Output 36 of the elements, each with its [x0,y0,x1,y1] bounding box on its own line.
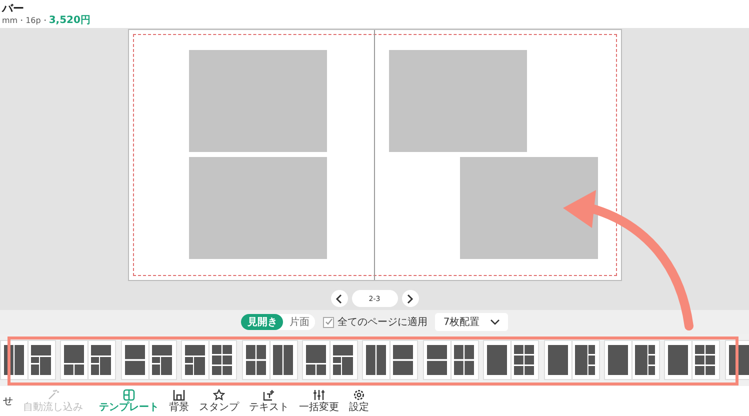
checkbox-label: 全てのページに適用 [337,316,428,329]
template-thumbnail[interactable] [181,340,238,380]
template-thumbnail[interactable] [120,340,177,380]
album-title: バー [2,2,25,14]
toolbar-button[interactable]: 背景 [166,389,192,413]
template-thumbnail[interactable] [422,340,479,380]
chevron-left-icon [335,294,343,304]
template-thumbnail[interactable] [664,340,720,380]
wand-icon [47,389,59,401]
album-specs: mm・16p・ [2,14,49,26]
text-box-icon [263,389,275,401]
photo-count-dropdown[interactable]: 7枚配置 [435,313,508,331]
next-page-button[interactable] [402,290,418,307]
background-icon [173,389,185,401]
template-thumbnail[interactable] [544,340,600,380]
chevron-right-icon [406,294,414,304]
toolbar-button[interactable]: スタンプ [196,389,242,413]
previous-page-button[interactable] [330,290,348,307]
star-icon [213,389,225,401]
album-price: 3,520円 [48,14,90,26]
template-thumbnail[interactable] [362,340,418,380]
template-thumbnail[interactable] [604,340,660,380]
checkbox[interactable] [323,316,334,328]
toolbar-button[interactable]: 設定 [346,389,372,413]
template-thumbnail[interactable] [0,340,56,380]
toolbar-button[interactable]: せ [0,396,16,406]
template-thumbnail[interactable] [60,340,116,380]
template-thumbnail[interactable] [302,340,358,380]
toolbar-button[interactable]: テキスト [246,389,292,413]
layout-icon [123,389,135,401]
toolbar-button[interactable]: 一括変更 [296,389,342,413]
template-thumbnail[interactable] [242,340,298,380]
settings-icon [353,389,365,401]
sliders-icon [313,389,325,401]
template-thumbnail[interactable] [483,340,540,380]
caret-icon [490,319,500,325]
